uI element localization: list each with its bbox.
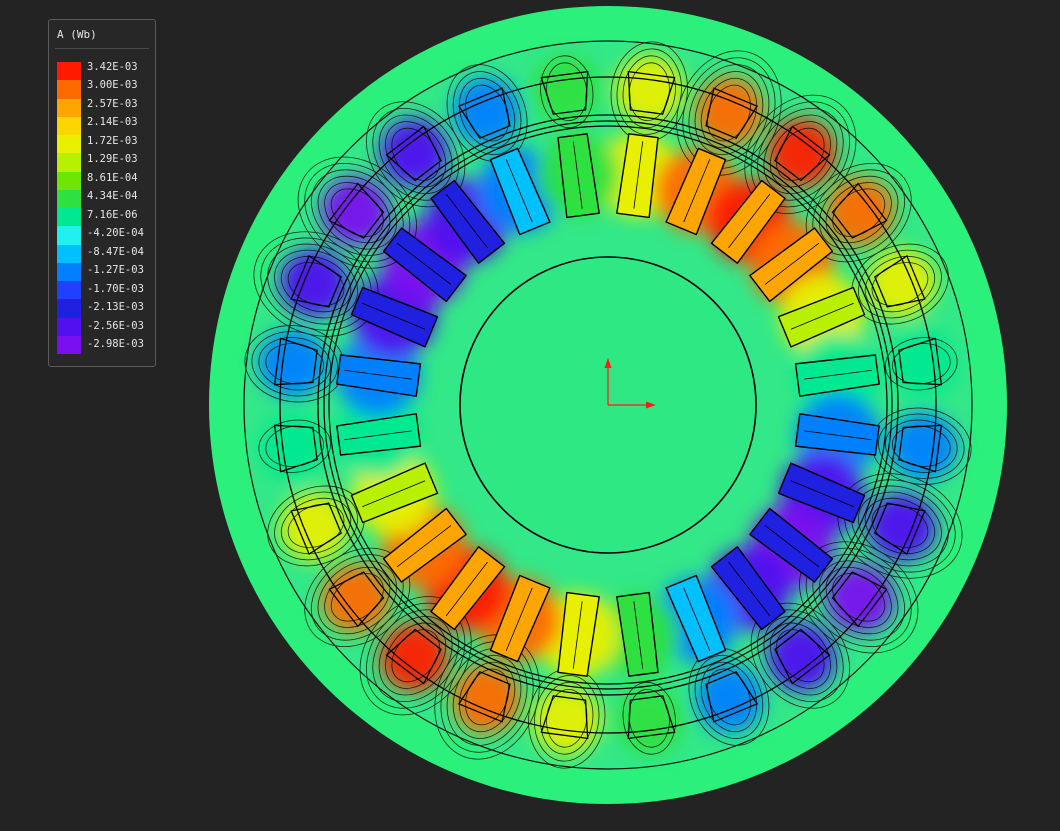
legend-value: -8.47E-04 bbox=[87, 245, 144, 258]
color-legend[interactable]: A (Wb) 3.42E-03 3.00E-03 2.57E-03 2.14E-03 1… bbox=[48, 19, 156, 367]
legend-value: -2.13E-03 bbox=[87, 301, 144, 314]
legend-swatch bbox=[57, 98, 81, 117]
legend-value: 2.57E-03 bbox=[87, 97, 138, 110]
legend-labels: 3.42E-03 3.00E-03 2.57E-03 2.14E-03 1.72E-03… bbox=[87, 61, 155, 354]
flux-plot[interactable] bbox=[0, 0, 1060, 831]
legend-value: -1.27E-03 bbox=[87, 264, 144, 277]
legend-value: -1.70E-03 bbox=[87, 282, 144, 295]
legend-color-bar bbox=[57, 62, 81, 354]
legend-swatch bbox=[57, 262, 81, 281]
legend-swatch bbox=[57, 153, 81, 172]
legend-title: A (Wb) bbox=[57, 28, 97, 41]
legend-swatch bbox=[57, 189, 81, 208]
legend-value: 8.61E-04 bbox=[87, 171, 138, 184]
legend-value: -2.98E-03 bbox=[87, 338, 144, 351]
legend-value: 3.42E-03 bbox=[87, 61, 138, 73]
legend-swatch bbox=[57, 62, 81, 81]
legend-value: 2.14E-03 bbox=[87, 116, 138, 129]
legend-divider bbox=[55, 48, 149, 49]
legend-swatch bbox=[57, 171, 81, 190]
legend-value: 7.16E-06 bbox=[87, 208, 138, 221]
field-viewport[interactable]: A (Wb) 3.42E-03 3.00E-03 2.57E-03 2.14E-03 1… bbox=[0, 0, 1060, 831]
field-blob bbox=[889, 412, 958, 481]
legend-value: 4.34E-04 bbox=[87, 190, 138, 203]
legend-swatch bbox=[57, 244, 81, 263]
legend-swatch bbox=[57, 299, 81, 318]
legend-swatch bbox=[57, 281, 81, 300]
legend-value: -2.56E-03 bbox=[87, 319, 144, 332]
legend-value: 3.00E-03 bbox=[87, 79, 138, 92]
field-blob bbox=[258, 329, 327, 398]
field-blob bbox=[889, 329, 958, 398]
field-blob bbox=[532, 55, 601, 124]
field-blob bbox=[615, 686, 684, 755]
legend-swatch bbox=[57, 80, 81, 99]
legend-swatch bbox=[57, 335, 81, 354]
legend-swatch bbox=[57, 226, 81, 245]
legend-swatch bbox=[57, 208, 81, 227]
field-blob bbox=[615, 55, 684, 124]
legend-swatch bbox=[57, 135, 81, 154]
legend-value: 1.29E-03 bbox=[87, 153, 138, 166]
legend-swatch bbox=[57, 116, 81, 135]
legend-swatch bbox=[57, 317, 81, 336]
field-blob bbox=[532, 686, 601, 755]
legend-value: 1.72E-03 bbox=[87, 134, 138, 147]
legend-value: -4.20E-04 bbox=[87, 227, 144, 240]
field-blob bbox=[258, 412, 327, 481]
